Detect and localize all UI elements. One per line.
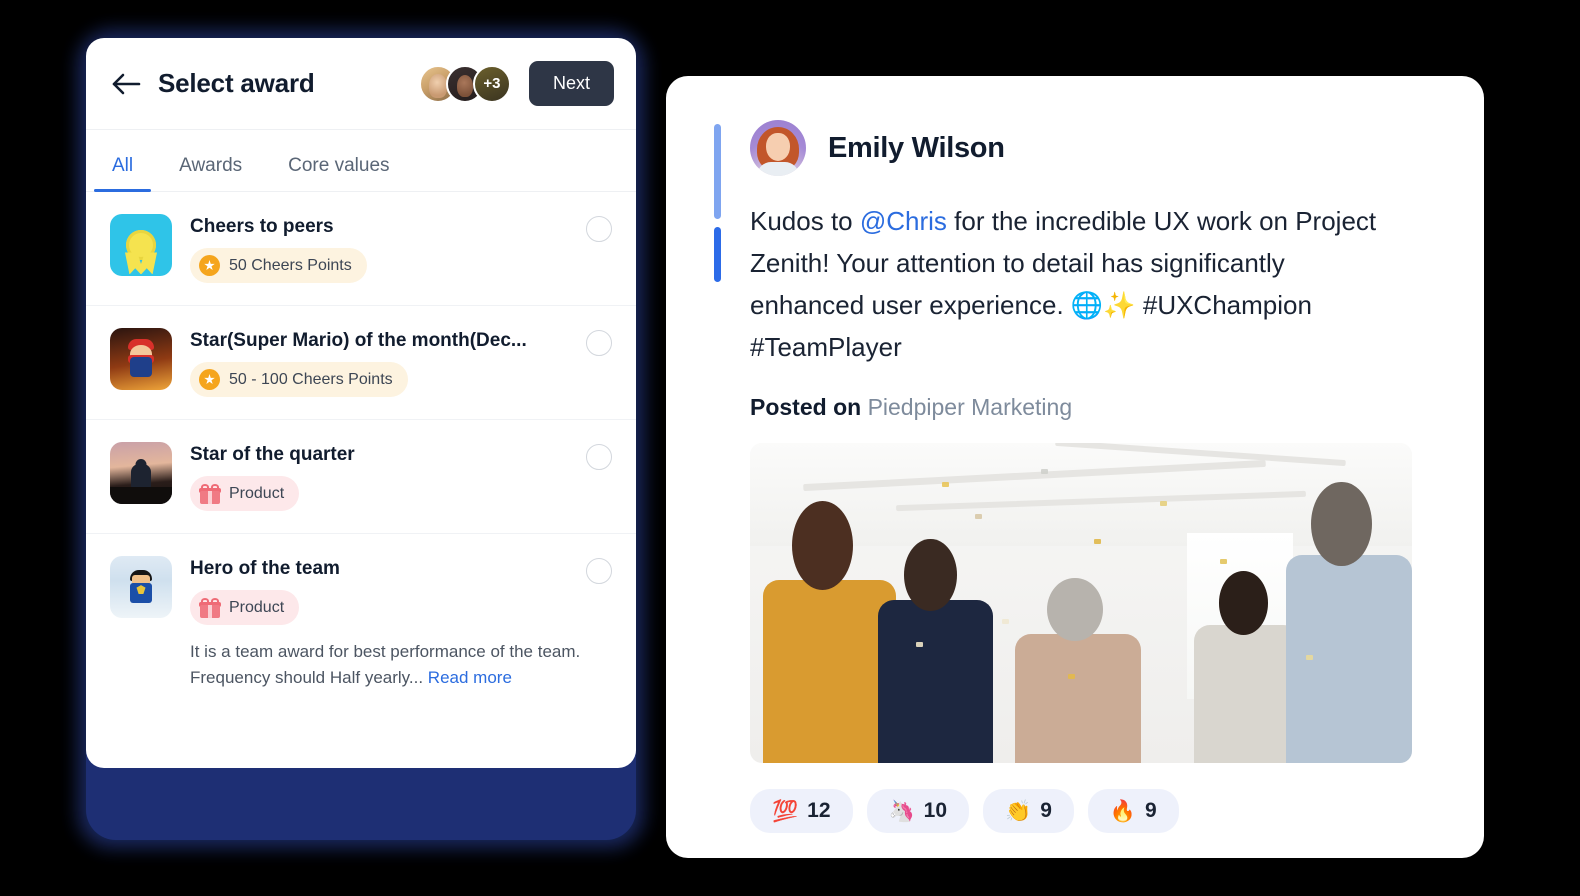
badge-label: Product [229,484,285,502]
posted-on-label: Posted on [750,394,868,421]
arrow-left-icon[interactable] [110,67,144,101]
reaction-unicorn[interactable]: 🦄 10 [866,789,970,834]
reaction-count: 9 [1145,799,1157,823]
award-description-text: It is a team award for best performance … [190,642,581,688]
list-item[interactable]: Hero of the team Product It is a team aw… [86,534,636,714]
posted-on-org[interactable]: Piedpiper Marketing [868,394,1073,420]
post-author-name: Emily Wilson [828,131,1005,164]
list-item[interactable]: Cheers to peers 50 Cheers Points [86,192,636,306]
award-title: Cheers to peers [190,216,334,237]
award-radio[interactable] [586,444,612,470]
status-badge: 50 - 100 Cheers Points [190,362,408,397]
award-radio[interactable] [586,558,612,584]
post-content: Emily Wilson Kudos to @Chris for the inc… [714,120,1436,841]
award-tabs: All Awards Core values [86,130,636,192]
reaction-clapping-hands[interactable]: 👏 9 [983,789,1074,834]
medal-badge-thumbnail [110,214,172,276]
reaction-bar: 💯 12 🦄 10 👏 9 🔥 9 [750,789,1436,841]
award-description: It is a team award for best performance … [190,639,586,692]
panel-header: Select award +3 Next [86,38,636,130]
recipient-avatar-group[interactable]: +3 [418,64,511,103]
star-icon [199,255,220,276]
page-title: Select award [158,68,315,98]
post-accent-bars [714,124,721,282]
post-message: Kudos to @Chris for the incredible UX wo… [750,200,1390,368]
avatar[interactable] [750,120,806,176]
clapping-hands-emoji: 👏 [1005,799,1032,823]
team-celebration-photo[interactable] [750,443,1412,764]
post-text-lead: Kudos to [750,206,860,236]
superman-lego-thumbnail [110,556,172,618]
reaction-fire[interactable]: 🔥 9 [1087,789,1179,834]
read-more-link[interactable]: Read more [428,668,512,687]
accent-bar-dark [714,227,721,282]
award-list: Cheers to peers 50 Cheers Points Star(Su… [86,192,636,714]
award-radio[interactable] [586,330,612,356]
award-title: Hero of the team [190,558,340,579]
header-actions: +3 Next [418,61,614,106]
superhero-silhouette-thumbnail [110,442,172,504]
tab-all[interactable]: All [93,155,152,192]
badge-label: 50 - 100 Cheers Points [229,370,393,388]
tab-awards[interactable]: Awards [179,155,242,191]
post-preview-body: Emily Wilson Kudos to @Chris for the inc… [666,76,1484,841]
award-title: Star of the quarter [190,444,355,465]
posted-on: Posted on Piedpiper Marketing [750,394,1436,421]
badge-label: 50 Cheers Points [229,256,352,274]
status-badge: Product [190,590,300,625]
post-preview-card: Emily Wilson Kudos to @Chris for the inc… [666,76,1484,858]
accent-bar-light [714,124,721,219]
select-award-panel: Select award +3 Next All Awards Core val… [86,38,636,768]
status-badge: Product [190,476,300,511]
star-icon [199,369,220,390]
badge-label: Product [229,598,285,616]
list-item[interactable]: Star of the quarter Product [86,420,636,534]
reaction-count: 10 [923,799,948,823]
tab-core-values[interactable]: Core values [288,155,389,191]
fire-emoji: 🔥 [1109,799,1137,823]
reaction-count: 9 [1040,799,1052,823]
screenshot-stage: Select award +3 Next All Awards Core val… [0,0,1580,896]
list-item[interactable]: Star(Super Mario) of the month(Dec... 50… [86,306,636,420]
reaction-count: 12 [807,799,831,823]
post-author-row: Emily Wilson [750,120,1436,176]
award-radio[interactable] [586,216,612,242]
gift-icon [198,597,221,618]
gift-icon [198,483,221,504]
award-title: Star(Super Mario) of the month(Dec... [190,330,527,351]
next-button[interactable]: Next [528,61,614,106]
reaction-hundred-points[interactable]: 💯 12 [750,789,853,834]
super-mario-thumbnail [110,328,172,390]
avatar-overflow-count[interactable]: +3 [472,64,511,103]
mention-link[interactable]: @Chris [860,206,947,236]
unicorn-emoji: 🦄 [888,799,915,823]
status-badge: 50 Cheers Points [190,248,367,283]
hundred-points-emoji: 💯 [772,799,799,823]
